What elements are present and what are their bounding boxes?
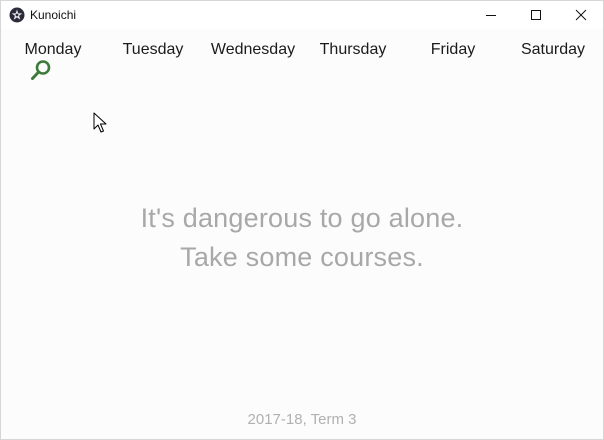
window-title: Kunoichi <box>30 8 77 22</box>
search-icon[interactable] <box>30 59 52 81</box>
tab-saturday[interactable]: Saturday <box>503 39 603 61</box>
tab-tuesday[interactable]: Tuesday <box>103 39 203 61</box>
tab-friday[interactable]: Friday <box>403 39 503 61</box>
app-window: Kunoichi Monday Tuesday Wednesday Thursd… <box>0 0 604 440</box>
empty-state-line-1: It's dangerous to go alone. <box>140 203 464 233</box>
maximize-button[interactable] <box>514 1 558 29</box>
empty-state-message: It's dangerous to go alone. Take some co… <box>1 199 603 277</box>
close-button[interactable] <box>559 1 603 29</box>
minimize-icon <box>486 15 496 16</box>
tab-wednesday[interactable]: Wednesday <box>203 39 303 61</box>
day-tabs: Monday Tuesday Wednesday Thursday Friday… <box>1 39 603 63</box>
tab-thursday[interactable]: Thursday <box>303 39 403 61</box>
maximize-icon <box>531 10 541 20</box>
empty-state-line-2: Take some courses. <box>180 242 424 272</box>
title-bar[interactable]: Kunoichi <box>1 1 603 29</box>
minimize-button[interactable] <box>469 1 513 29</box>
term-label: 2017-18, Term 3 <box>247 411 357 428</box>
close-icon <box>575 9 587 21</box>
app-logo-icon <box>9 7 25 23</box>
mouse-cursor-icon <box>93 112 107 133</box>
tab-monday[interactable]: Monday <box>3 39 103 61</box>
